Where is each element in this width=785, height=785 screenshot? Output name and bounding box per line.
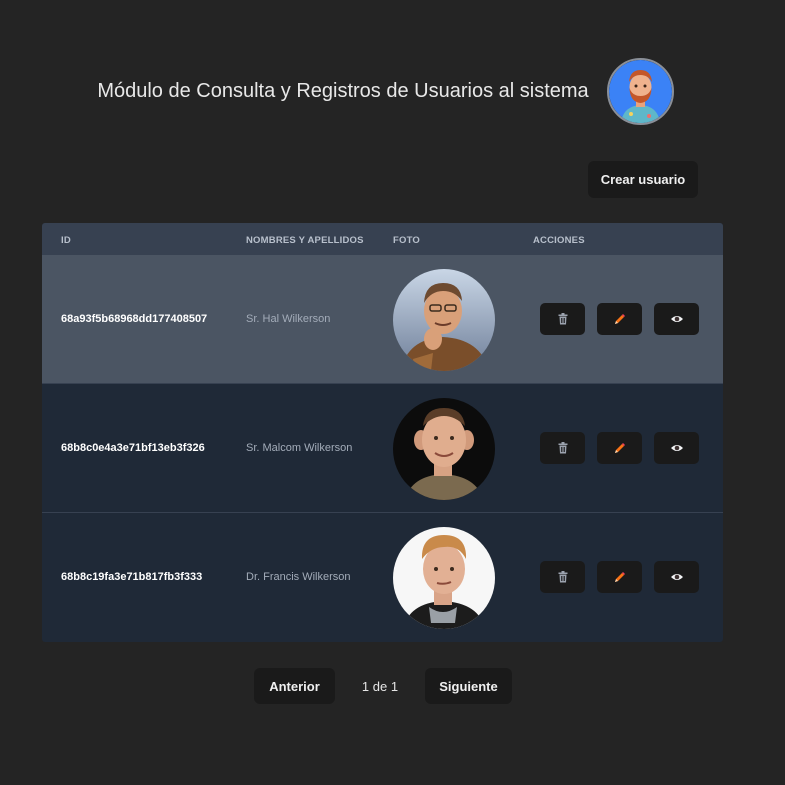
pencil-icon bbox=[615, 571, 625, 582]
portrait-photo bbox=[393, 269, 495, 371]
eye-icon bbox=[670, 445, 683, 451]
delete-button[interactable] bbox=[540, 432, 585, 464]
user-photo bbox=[393, 398, 495, 500]
user-name: Sr. Hal Wilkerson bbox=[246, 313, 331, 325]
page-title: Módulo de Consulta y Registros de Usuari… bbox=[97, 79, 589, 102]
user-id: 68b8c19fa3e71b817fb3f333 bbox=[61, 571, 203, 583]
delete-button[interactable] bbox=[540, 303, 585, 335]
user-name: Sr. Malcom Wilkerson bbox=[246, 442, 353, 454]
edit-button[interactable] bbox=[597, 561, 642, 593]
table-header: ID NOMBRES Y APELLIDOS FOTO ACCIONES bbox=[42, 223, 723, 255]
memoji-avatar-icon bbox=[608, 59, 672, 123]
portrait-photo bbox=[393, 398, 495, 500]
column-header-photo: FOTO bbox=[393, 235, 421, 246]
user-photo bbox=[393, 269, 495, 371]
edit-button[interactable] bbox=[597, 303, 642, 335]
eye-icon bbox=[670, 316, 683, 322]
page-header: Módulo de Consulta y Registros de Usuari… bbox=[0, 57, 785, 125]
create-user-button[interactable]: Crear usuario bbox=[588, 161, 698, 198]
pencil-icon bbox=[615, 442, 625, 453]
user-id: 68b8c0e4a3e71bf13eb3f326 bbox=[61, 442, 205, 454]
column-header-actions: ACCIONES bbox=[533, 235, 585, 246]
next-page-button[interactable]: Siguiente bbox=[425, 668, 512, 704]
delete-button[interactable] bbox=[540, 561, 585, 593]
users-table: ID NOMBRES Y APELLIDOS FOTO ACCIONES 68a… bbox=[42, 223, 723, 642]
column-header-name: NOMBRES Y APELLIDOS bbox=[246, 235, 364, 246]
user-id: 68a93f5b68968dd177408507 bbox=[61, 313, 208, 325]
page-indicator: 1 de 1 bbox=[361, 679, 399, 694]
trash-icon bbox=[558, 313, 567, 325]
view-button[interactable] bbox=[654, 561, 699, 593]
header-avatar[interactable] bbox=[606, 57, 674, 125]
eye-icon bbox=[670, 574, 683, 580]
column-header-id: ID bbox=[61, 235, 71, 246]
view-button[interactable] bbox=[654, 432, 699, 464]
user-name: Dr. Francis Wilkerson bbox=[246, 571, 351, 583]
table-row: 68a93f5b68968dd177408507 Sr. Hal Wilkers… bbox=[42, 255, 723, 384]
user-photo bbox=[393, 527, 495, 629]
table-row: 68b8c19fa3e71b817fb3f333 Dr. Francis Wil… bbox=[42, 513, 723, 642]
page: Módulo de Consulta y Registros de Usuari… bbox=[0, 0, 785, 785]
pagination: Anterior 1 de 1 Siguiente bbox=[0, 668, 785, 704]
previous-page-button[interactable]: Anterior bbox=[254, 668, 335, 704]
view-button[interactable] bbox=[654, 303, 699, 335]
trash-icon bbox=[558, 442, 567, 454]
edit-button[interactable] bbox=[597, 432, 642, 464]
trash-icon bbox=[558, 571, 567, 583]
table-row: 68b8c0e4a3e71bf13eb3f326 Sr. Malcom Wilk… bbox=[42, 384, 723, 513]
pencil-icon bbox=[615, 313, 625, 324]
portrait-photo bbox=[393, 527, 495, 629]
